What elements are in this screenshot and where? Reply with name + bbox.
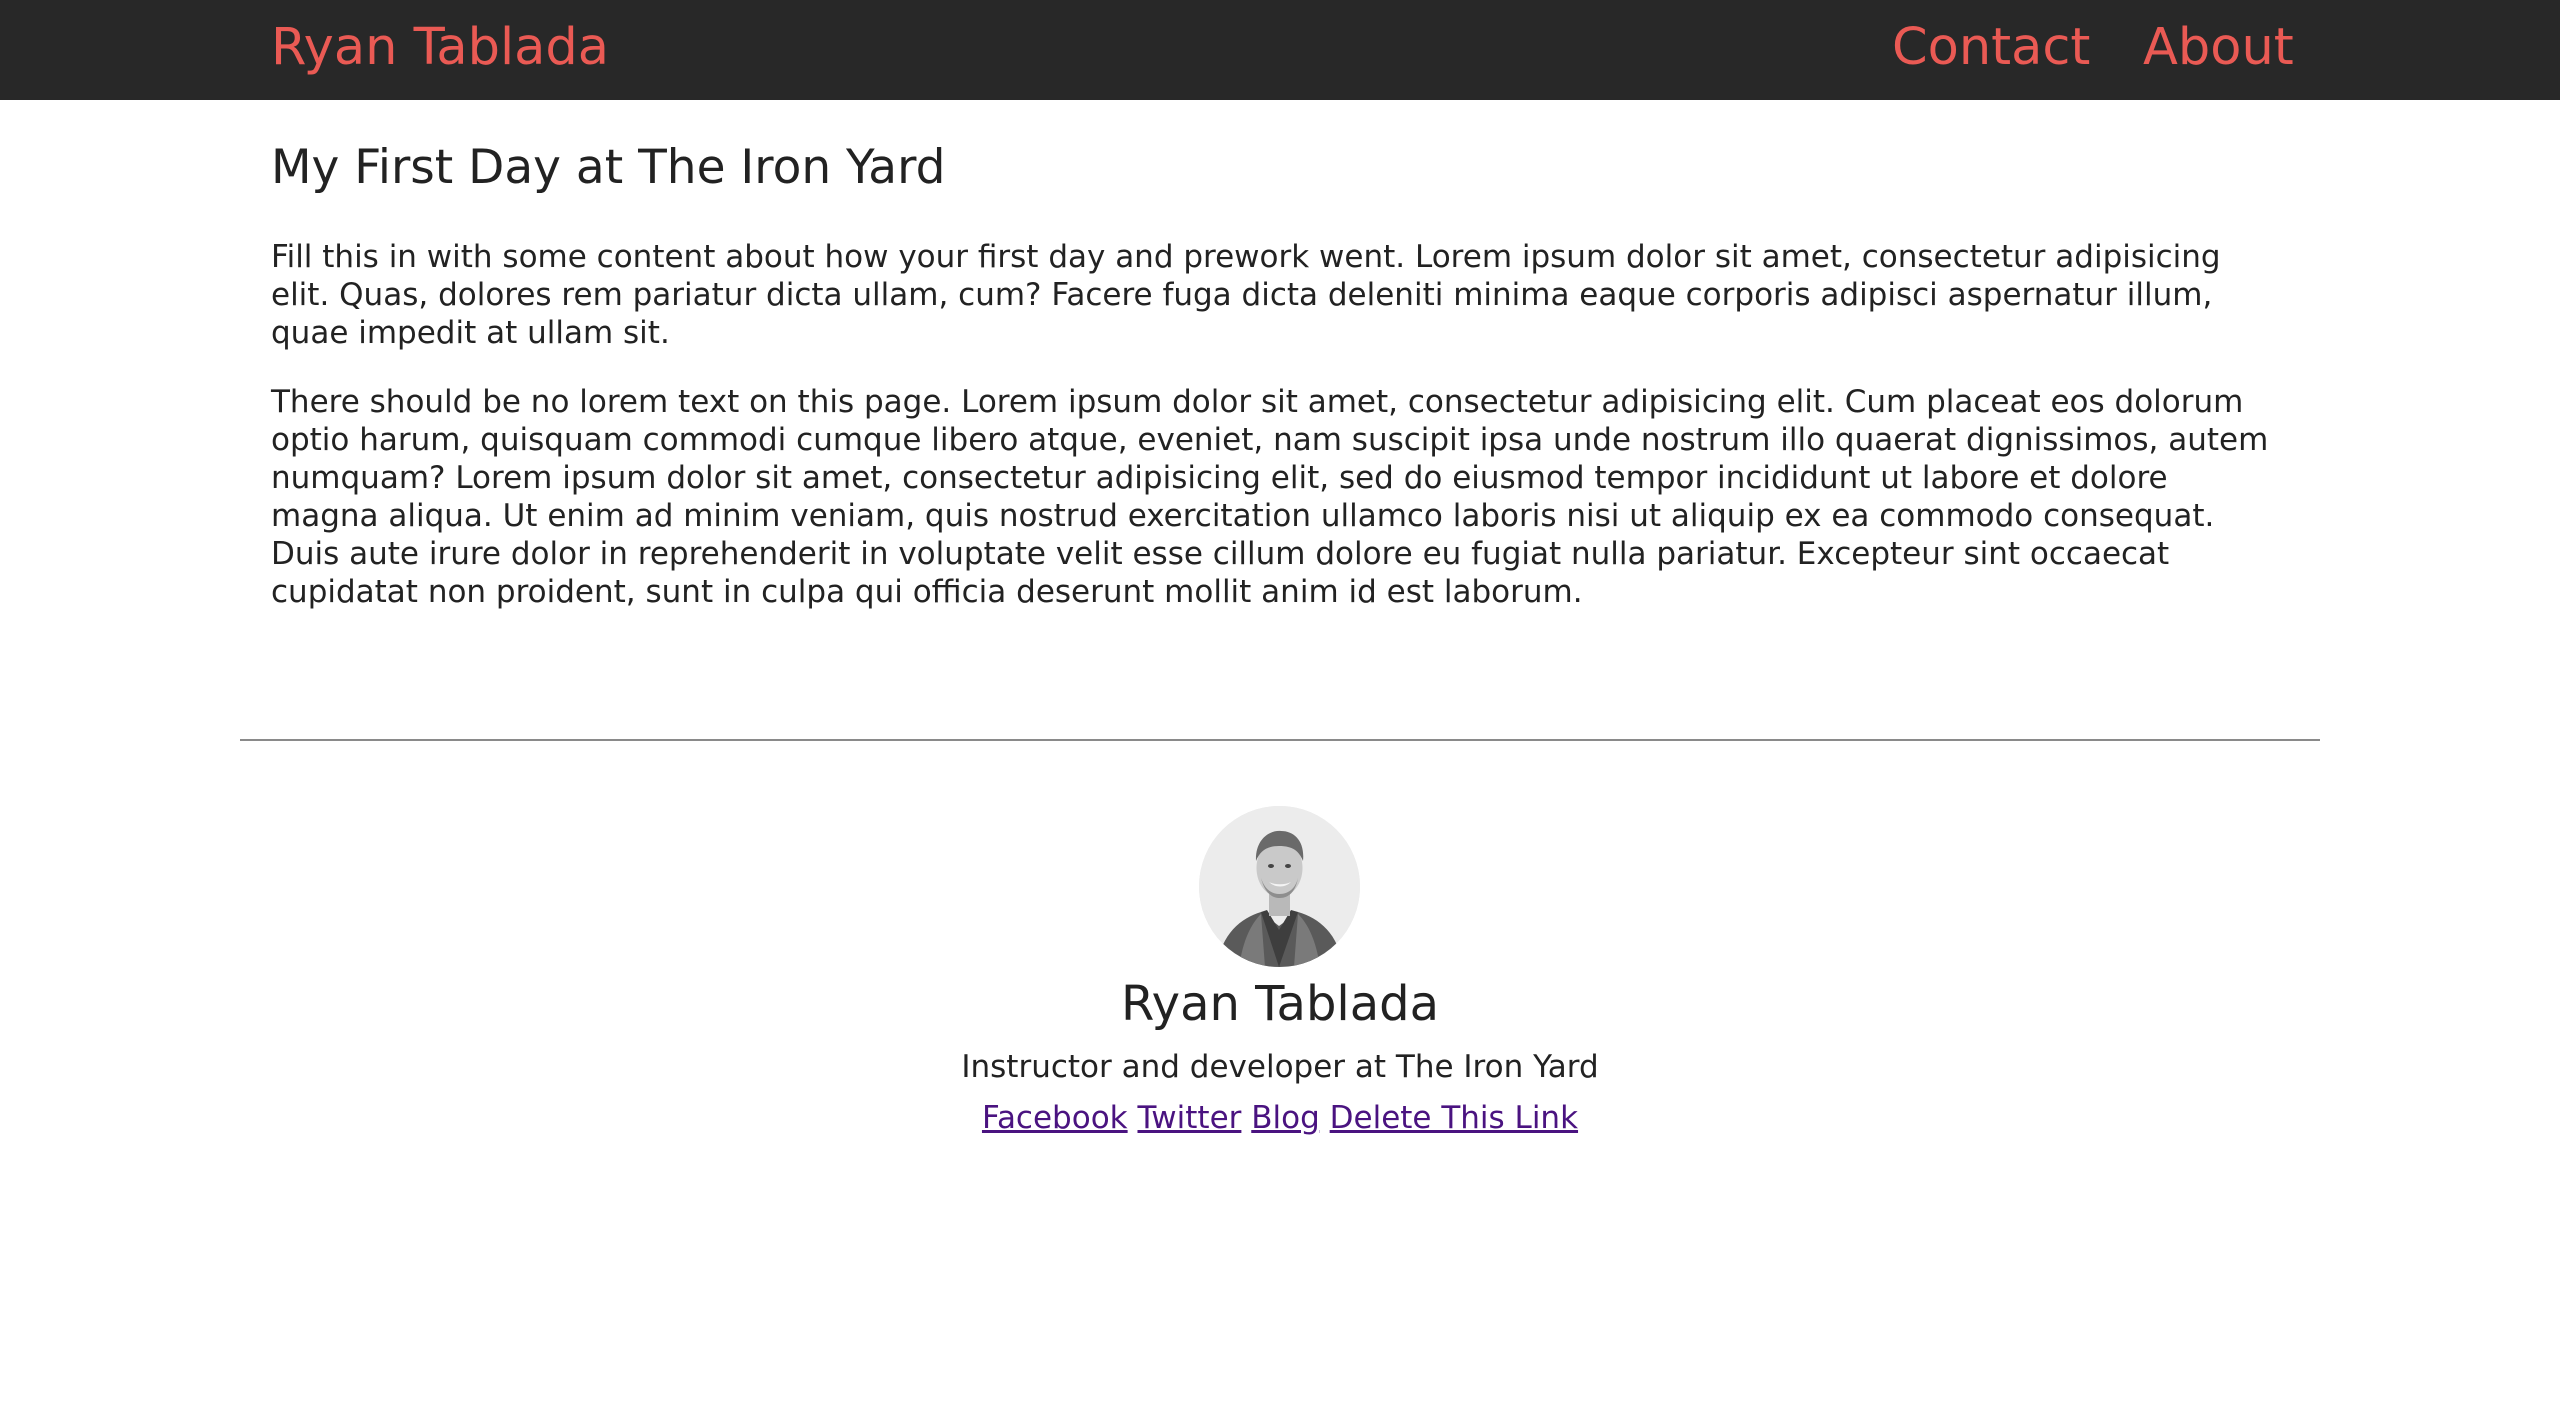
author-avatar-photo xyxy=(1199,806,1360,967)
twitter-link[interactable]: Twitter xyxy=(1137,1100,1241,1136)
post-paragraph: There should be no lorem text on this pa… xyxy=(271,384,2269,610)
author-bio: Instructor and developer at The Iron Yar… xyxy=(961,1049,1599,1085)
author-social-links: Facebook Twitter Blog Delete This Link xyxy=(0,1097,2560,1139)
blog-link[interactable]: Blog xyxy=(1251,1100,1320,1136)
facebook-link[interactable]: Facebook xyxy=(982,1100,1128,1136)
post-paragraph: Fill this in with some content about how… xyxy=(271,239,2221,351)
author-name: Ryan Tablada xyxy=(1120,976,1440,1032)
nav-contact-link[interactable]: Contact xyxy=(1892,17,2090,79)
site-brand-link[interactable]: Ryan Tablada xyxy=(271,17,609,79)
site-header: Ryan Tablada Contact About xyxy=(0,0,2560,100)
delete-this-link[interactable]: Delete This Link xyxy=(1330,1100,1578,1136)
footer-divider xyxy=(240,739,2320,741)
nav-about-link[interactable]: About xyxy=(2143,17,2294,79)
author-avatar xyxy=(1199,806,1360,967)
post-title: My First Day at The Iron Yard xyxy=(271,140,946,195)
